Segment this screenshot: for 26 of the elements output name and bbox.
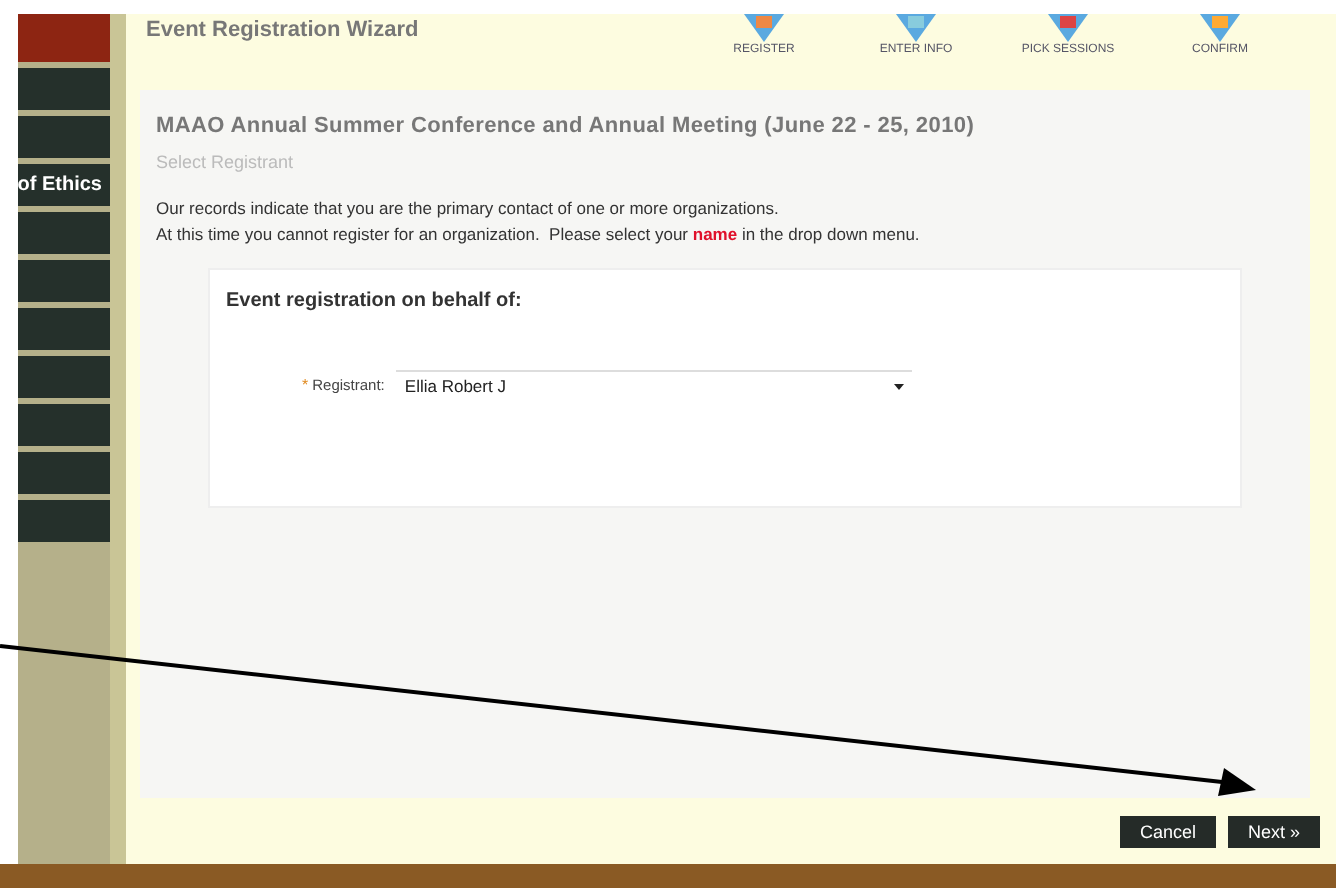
cancel-button[interactable]: Cancel [1119, 815, 1216, 847]
notice-text: At this time you cannot register for an organization. Please select your name in the drop down menu. [156, 224, 922, 244]
notice-text: Our records indicate that you are the primary contact of one or more organizations. [156, 198, 781, 218]
required-mark: * [302, 376, 309, 394]
caret-icon [894, 383, 905, 389]
sidebar-item[interactable] [18, 308, 110, 350]
step-icon [738, 14, 790, 42]
sidebar-item[interactable] [18, 452, 110, 494]
next-button[interactable]: Next » [1227, 815, 1320, 847]
event-title: MAAO Annual Summer Conference and Annual Meeting (June 22 - 25, 2010) [156, 114, 977, 138]
sidebar-item[interactable] [18, 212, 110, 254]
sidebar-item[interactable]: of Ethics [18, 164, 110, 206]
sidebar-item[interactable] [18, 500, 110, 542]
step-subtitle: Select Registrant [156, 152, 296, 172]
step-icon [1194, 14, 1246, 42]
sidebar-header [18, 14, 110, 62]
form-heading: Event registration on behalf of: [226, 290, 524, 312]
sidebar-item[interactable] [18, 116, 110, 158]
registrant-dropdown[interactable]: Ellia Robert J [396, 370, 913, 400]
sidebar-item[interactable] [18, 356, 110, 398]
sidebar-item[interactable] [18, 260, 110, 302]
sidebar-item[interactable] [18, 404, 110, 446]
sidebar-item[interactable] [18, 68, 110, 110]
wizard-title: Event Registration Wizard [144, 16, 419, 46]
step-icon [1042, 14, 1094, 42]
step-icon [890, 14, 942, 42]
